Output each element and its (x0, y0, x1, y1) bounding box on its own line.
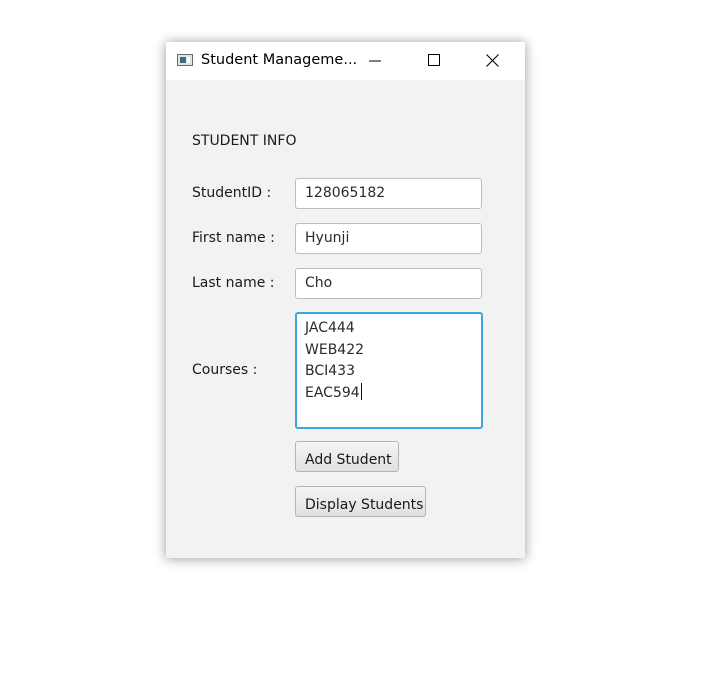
course-line-last: EAC594 (305, 382, 481, 405)
student-id-label: StudentID : (192, 185, 272, 201)
add-student-button[interactable]: Add Student (295, 441, 399, 472)
minimize-icon (369, 60, 381, 62)
close-button[interactable] (470, 42, 516, 80)
maximize-icon (428, 54, 440, 66)
student-id-field[interactable]: 128065182 (295, 178, 482, 209)
close-icon (486, 54, 499, 67)
first-name-field[interactable]: Hyunji (295, 223, 482, 254)
last-name-field[interactable]: Cho (295, 268, 482, 299)
course-line-text: EAC594 (305, 384, 360, 401)
last-name-label: Last name : (192, 275, 275, 291)
first-name-label: First name : (192, 230, 275, 246)
window-title: Student Manageme... (201, 52, 358, 68)
course-line: WEB422 (305, 341, 365, 358)
courses-textarea[interactable]: JAC444 WEB422 BCI433 EAC594 (295, 312, 483, 429)
course-line: JAC444 (305, 320, 355, 336)
maximize-button[interactable] (412, 42, 458, 80)
courses-label: Courses : (192, 362, 258, 378)
form-heading: STUDENT INFO (192, 133, 297, 149)
app-icon (177, 54, 193, 66)
minimize-button[interactable] (353, 42, 399, 80)
title-bar[interactable]: Student Manageme... (166, 42, 525, 80)
course-line: BCI433 (305, 363, 355, 379)
app-window: Student Manageme... STUDENT INFO Student… (166, 42, 525, 558)
display-students-button[interactable]: Display Students (295, 486, 426, 517)
text-caret (360, 382, 362, 400)
